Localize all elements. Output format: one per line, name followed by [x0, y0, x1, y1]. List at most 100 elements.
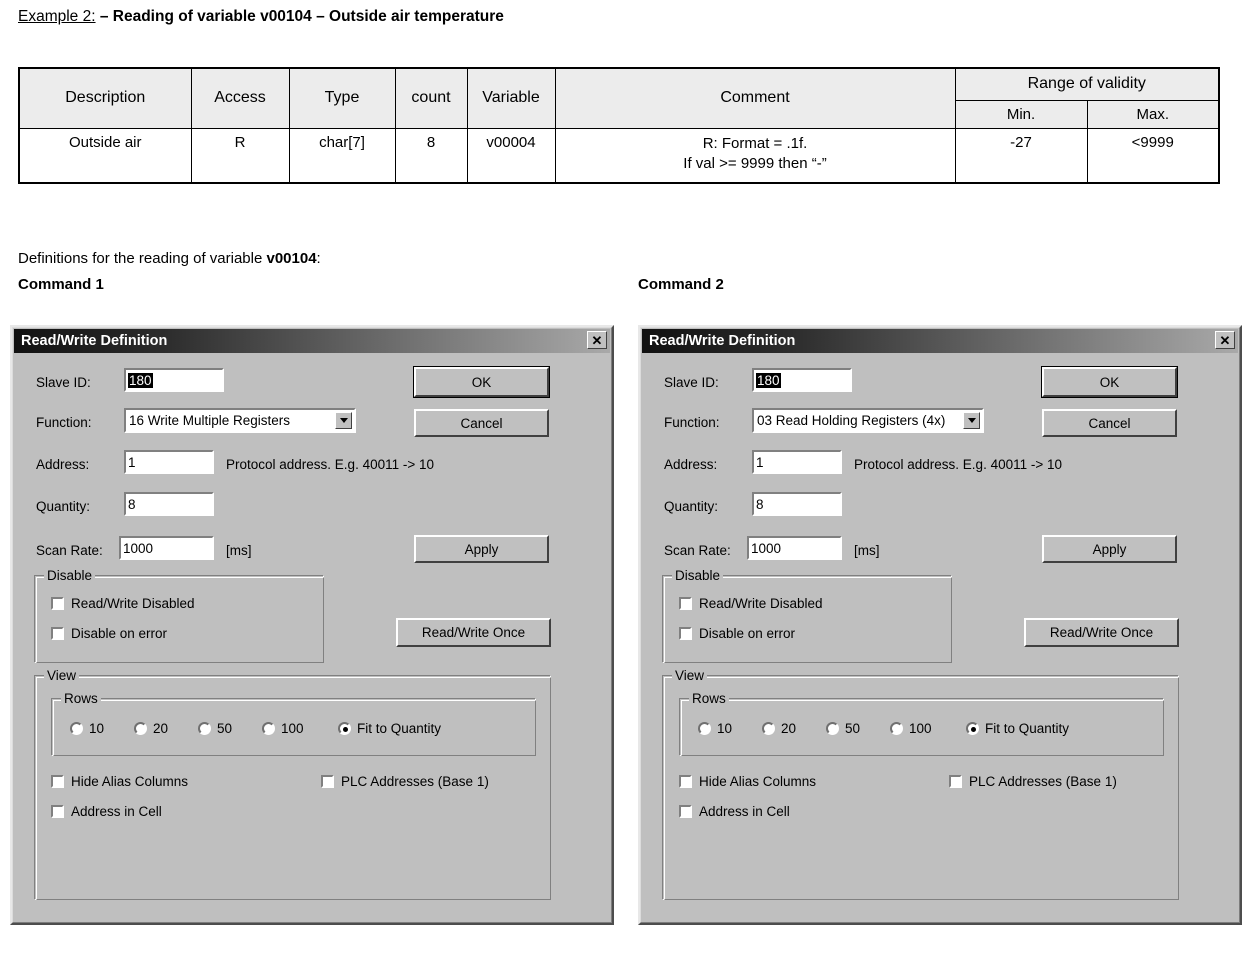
hide-alias-columns-checkbox[interactable]: Hide Alias Columns — [51, 774, 188, 789]
read-write-once-button[interactable]: Read/Write Once — [1024, 618, 1179, 647]
variable-spec-table: Description Access Type count Variable C… — [18, 67, 1220, 184]
scan-rate-input[interactable]: 1000 — [747, 536, 842, 560]
radio-icon[interactable] — [698, 722, 711, 735]
rows-option-fit-to-quantity[interactable]: Fit to Quantity — [966, 721, 1069, 736]
chevron-down-icon[interactable] — [335, 412, 352, 429]
cancel-button[interactable]: Cancel — [1042, 409, 1177, 437]
read-write-disabled-label: Read/Write Disabled — [71, 596, 195, 611]
disable-on-error-label: Disable on error — [699, 626, 796, 641]
disable-on-error-checkbox[interactable]: Disable on error — [679, 626, 795, 641]
checkbox-icon[interactable] — [679, 805, 692, 818]
checkbox-icon[interactable] — [51, 805, 64, 818]
table-row: Outside air R char[7] 8 v00004 R: Format… — [18, 127, 1220, 184]
quantity-input[interactable]: 8 — [124, 492, 214, 516]
plc-addresses-checkbox[interactable]: PLC Addresses (Base 1) — [321, 774, 489, 789]
rows-option-50[interactable]: 50 — [826, 721, 860, 736]
quantity-input[interactable]: 8 — [752, 492, 842, 516]
address-input[interactable]: 1 — [124, 450, 214, 474]
ok-button[interactable]: OK — [1042, 367, 1177, 397]
radio-icon[interactable] — [338, 722, 351, 735]
address-label: Address: — [664, 457, 718, 472]
rows-option-20[interactable]: 20 — [134, 721, 168, 736]
rows-group: Rows 10 20 50 100 Fit to Quantity — [679, 691, 1164, 756]
rows-option-100[interactable]: 100 — [262, 721, 304, 736]
slave-id-input[interactable]: 180 — [752, 368, 852, 392]
address-in-cell-checkbox[interactable]: Address in Cell — [679, 804, 790, 819]
quantity-label: Quantity: — [36, 499, 91, 514]
address-in-cell-checkbox[interactable]: Address in Cell — [51, 804, 162, 819]
cancel-button[interactable]: Cancel — [414, 409, 549, 437]
rows-option-10[interactable]: 10 — [70, 721, 104, 736]
chevron-down-icon[interactable] — [963, 412, 980, 429]
cell-access: R — [190, 127, 290, 184]
function-label: Function: — [36, 415, 92, 430]
address-value: 1 — [128, 454, 136, 470]
rows-option-50[interactable]: 50 — [198, 721, 232, 736]
hide-alias-columns-checkbox[interactable]: Hide Alias Columns — [679, 774, 816, 789]
checkbox-icon[interactable] — [949, 775, 962, 788]
checkbox-icon[interactable] — [679, 627, 692, 640]
dialog-2-titlebar[interactable]: Read/Write Definition ✕ — [642, 329, 1238, 353]
rows-option-100[interactable]: 100 — [890, 721, 932, 736]
close-icon[interactable]: ✕ — [1215, 331, 1235, 349]
cell-variable: v00004 — [466, 127, 556, 184]
page-title-rest: – Reading of variable v00104 – Outside a… — [95, 8, 504, 25]
rows-option-20[interactable]: 20 — [762, 721, 796, 736]
plc-addresses-label: PLC Addresses (Base 1) — [969, 774, 1117, 789]
rows-group: Rows 10 20 50 100 Fit to Quantity — [51, 691, 536, 756]
hide-alias-columns-label: Hide Alias Columns — [699, 774, 817, 789]
disable-on-error-checkbox[interactable]: Disable on error — [51, 626, 167, 641]
th-access: Access — [190, 67, 290, 129]
rows-option-10-label: 10 — [89, 721, 105, 736]
plc-addresses-checkbox[interactable]: PLC Addresses (Base 1) — [949, 774, 1117, 789]
checkbox-icon[interactable] — [321, 775, 334, 788]
apply-button[interactable]: Apply — [414, 535, 549, 563]
radio-icon[interactable] — [134, 722, 147, 735]
checkbox-icon[interactable] — [51, 775, 64, 788]
close-icon[interactable]: ✕ — [587, 331, 607, 349]
slave-id-input[interactable]: 180 — [124, 368, 224, 392]
radio-icon[interactable] — [762, 722, 775, 735]
hide-alias-columns-label: Hide Alias Columns — [71, 774, 189, 789]
checkbox-icon[interactable] — [679, 775, 692, 788]
dialog-1-titlebar[interactable]: Read/Write Definition ✕ — [14, 329, 610, 353]
command-1-label: Command 1 — [18, 276, 104, 293]
slave-id-label: Slave ID: — [36, 375, 91, 390]
scan-rate-input[interactable]: 1000 — [119, 536, 214, 560]
read-write-disabled-checkbox[interactable]: Read/Write Disabled — [679, 596, 823, 611]
plc-addresses-label: PLC Addresses (Base 1) — [341, 774, 489, 789]
table-header-row: Description Access Type count Variable C… — [18, 67, 1220, 129]
ok-button[interactable]: OK — [414, 367, 549, 397]
address-value: 1 — [756, 454, 764, 470]
rows-option-10[interactable]: 10 — [698, 721, 732, 736]
radio-icon[interactable] — [70, 722, 83, 735]
read-write-once-button[interactable]: Read/Write Once — [396, 618, 551, 647]
rows-option-20-label: 20 — [153, 721, 169, 736]
address-label: Address: — [36, 457, 90, 472]
address-input[interactable]: 1 — [752, 450, 842, 474]
slave-id-value: 180 — [128, 372, 153, 388]
read-write-definition-dialog-1: Read/Write Definition ✕ Slave ID: 180 Fu… — [10, 325, 614, 925]
quantity-value: 8 — [756, 496, 764, 512]
read-write-disabled-checkbox[interactable]: Read/Write Disabled — [51, 596, 195, 611]
checkbox-icon[interactable] — [51, 627, 64, 640]
radio-icon[interactable] — [262, 722, 275, 735]
cell-min: -27 — [954, 127, 1088, 184]
view-group-title: View — [44, 668, 80, 683]
radio-icon[interactable] — [826, 722, 839, 735]
function-select[interactable]: 16 Write Multiple Registers — [124, 408, 356, 433]
apply-button[interactable]: Apply — [1042, 535, 1177, 563]
radio-icon[interactable] — [890, 722, 903, 735]
function-value: 16 Write Multiple Registers — [129, 413, 291, 428]
function-label: Function: — [664, 415, 720, 430]
th-count: count — [394, 67, 468, 129]
radio-icon[interactable] — [198, 722, 211, 735]
checkbox-icon[interactable] — [679, 597, 692, 610]
dialog-1-body: Slave ID: 180 Function: 16 Write Multipl… — [14, 353, 610, 921]
view-group-title: View — [672, 668, 708, 683]
definitions-prefix: Definitions for the reading of variable — [18, 250, 267, 267]
rows-option-fit-to-quantity[interactable]: Fit to Quantity — [338, 721, 441, 736]
checkbox-icon[interactable] — [51, 597, 64, 610]
function-select[interactable]: 03 Read Holding Registers (4x) — [752, 408, 984, 433]
radio-icon[interactable] — [966, 722, 979, 735]
